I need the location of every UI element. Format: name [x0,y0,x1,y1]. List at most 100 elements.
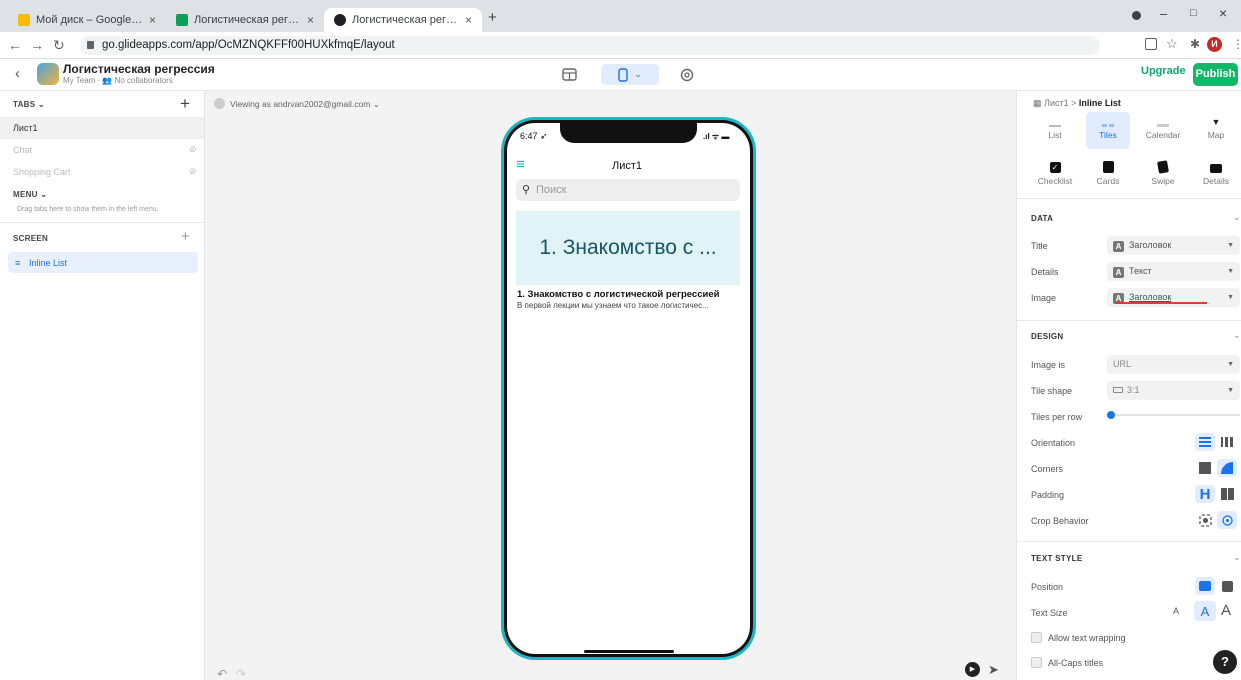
forward-arrow-icon[interactable]: → [30,36,44,55]
text-size-large-button[interactable]: A [1221,602,1231,619]
maximize-button[interactable]: □ [1190,7,1197,19]
app-logo[interactable] [37,63,59,85]
chevron-down-icon[interactable]: ⌄ [1233,212,1241,223]
position-overlay-button[interactable] [1195,577,1215,595]
all-caps-checkbox[interactable] [1031,657,1042,668]
profile-dot-icon[interactable] [1132,11,1141,20]
orientation-vertical-button[interactable] [1195,433,1215,451]
image-select[interactable]: A Заголовок ▼ [1107,288,1240,307]
red-annotation-underline [1115,302,1207,304]
new-tab-button[interactable]: + [488,9,497,26]
style-swipe[interactable]: Swipe [1139,157,1187,186]
allow-wrapping-checkbox[interactable] [1031,632,1042,643]
corners-square-button[interactable] [1195,459,1215,477]
tiles-per-row-slider[interactable] [1110,414,1240,416]
tab-item-label: Chat [13,145,33,155]
phone-screen: 6:47 ➶ .ıl ᯤ ▬ ≡ Лист1 Поиск ⚲ 1. Знаком… [507,123,750,654]
crop-fill-button[interactable] [1195,511,1215,529]
bookmark-star-icon[interactable]: ☆ [1166,36,1178,52]
phone-notch [560,123,697,143]
title-label: Title [1031,241,1048,251]
viewing-as-selector[interactable]: Viewing as andrvan2002@gmail.com ⌄ [230,99,380,110]
add-tab-button[interactable]: + [180,94,190,114]
upgrade-button[interactable]: Upgrade [1141,65,1186,77]
text-below-icon [1221,580,1233,592]
close-icon[interactable]: × [465,13,472,27]
tab-title: Логистическая регрессия - Goo [194,14,301,26]
viewing-as-text: Viewing as andrvan2002@gmail.com [230,99,371,109]
screen-title: Лист1 [611,160,643,172]
play-icon[interactable]: ▶ [965,662,980,677]
browser-tab-drive[interactable]: Мой диск – Google Диск × [8,8,166,32]
phone-bezel: 6:47 ➶ .ıl ᯤ ▬ ≡ Лист1 Поиск ⚲ 1. Знаком… [504,120,753,657]
text-size-small-button[interactable]: A [1173,606,1179,616]
cursor-pointer-icon[interactable]: ➤ [988,662,999,678]
menu-section-label[interactable]: MENU ⌄ [13,190,47,199]
crop-face-button[interactable] [1217,511,1237,529]
help-button[interactable]: ? [1213,650,1237,674]
breadcrumb-parent[interactable]: Лист1 [1044,98,1069,108]
browser-tab-sheets[interactable]: Логистическая регрессия - Goo × [166,8,324,32]
browser-menu-icon[interactable]: ⋮ [1232,37,1241,51]
extensions-icon[interactable]: ✱ [1190,37,1200,51]
data-editor-button[interactable] [556,64,582,85]
tab-item-chat[interactable]: Chat [0,139,204,161]
position-below-button[interactable] [1217,577,1237,595]
padding-off-button[interactable] [1217,485,1237,503]
select-value: 3:1 [1127,385,1140,395]
layout-editor-button[interactable]: ⌄ [601,64,659,85]
publish-button[interactable]: Publish [1193,63,1238,86]
search-icon: ⚲ [522,184,531,196]
back-arrow-icon[interactable]: ← [8,36,22,55]
close-icon[interactable]: × [307,13,314,27]
style-details[interactable]: Details [1192,157,1240,186]
app-title[interactable]: Логистическая регрессия [63,62,215,76]
style-calendar[interactable]: Calendar [1139,111,1187,140]
settings-button[interactable] [675,64,699,85]
breadcrumb: ▦ Лист1 > Inline List [1033,98,1121,109]
padding-icon: H [1199,485,1211,503]
style-list[interactable]: List [1031,111,1079,140]
menu-hint: Drag tabs here to show them in the left … [17,206,159,213]
profile-avatar[interactable]: И [1207,37,1222,52]
undo-icon[interactable]: ↶ [217,667,227,680]
minimize-button[interactable]: – [1160,6,1167,21]
style-map[interactable]: ▼ Map [1192,111,1240,140]
text-size-medium-button[interactable]: A [1194,601,1216,621]
image-is-select[interactable]: URL ▼ [1107,355,1240,374]
tile-shape-select[interactable]: 3:1 ▼ [1107,381,1240,400]
url-input[interactable]: go.glideapps.com/app/OcMZNQKFFf00HUXkfmq… [80,36,1100,55]
hidden-eye-icon[interactable]: ⊘ [189,166,197,177]
window-close-button[interactable]: × [1219,5,1227,21]
slider-thumb[interactable] [1107,411,1115,419]
corners-rounded-button[interactable] [1217,459,1237,477]
hidden-eye-icon[interactable]: ⊘ [189,144,197,155]
reload-icon[interactable]: ↻ [53,36,65,55]
list-item-title[interactable]: 1. Знакомство с логистической регрессией [517,289,719,300]
redo-icon[interactable]: ↷ [236,667,246,680]
search-input[interactable]: Поиск [516,179,740,201]
google-drive-icon [18,14,30,26]
style-checklist[interactable]: ✓ Checklist [1031,157,1079,186]
tile-image[interactable]: 1. Знакомство с ... [516,211,740,285]
close-icon[interactable]: × [149,13,156,27]
tabs-section-label[interactable]: TABS ⌄ [13,100,45,109]
tab-title: Мой диск – Google Диск [36,14,143,26]
back-chevron-icon[interactable]: ‹ [15,65,20,82]
padding-on-button[interactable]: H [1195,485,1215,503]
style-tiles[interactable]: Tiles [1084,111,1132,140]
translate-icon[interactable] [1145,38,1157,50]
text-size-label: Text Size [1031,608,1068,618]
style-cards[interactable]: Cards [1084,157,1132,186]
chevron-down-icon: ⌄ [372,99,380,109]
caret-down-icon: ▼ [1227,361,1234,368]
chevron-down-icon[interactable]: ⌄ [1233,330,1241,341]
chevron-down-icon[interactable]: ⌄ [1233,552,1241,563]
add-component-button[interactable]: + [181,228,190,245]
tab-item-shopping-cart[interactable]: Shopping Cart [0,161,204,183]
browser-tab-glide[interactable]: Логистическая регрессия · Glid × [324,8,482,32]
orientation-horizontal-button[interactable] [1217,433,1237,451]
details-select[interactable]: A Текст ▼ [1107,262,1240,281]
tab-item-list1[interactable]: Лист1 [0,117,204,139]
title-select[interactable]: A Заголовок ▼ [1107,236,1240,255]
